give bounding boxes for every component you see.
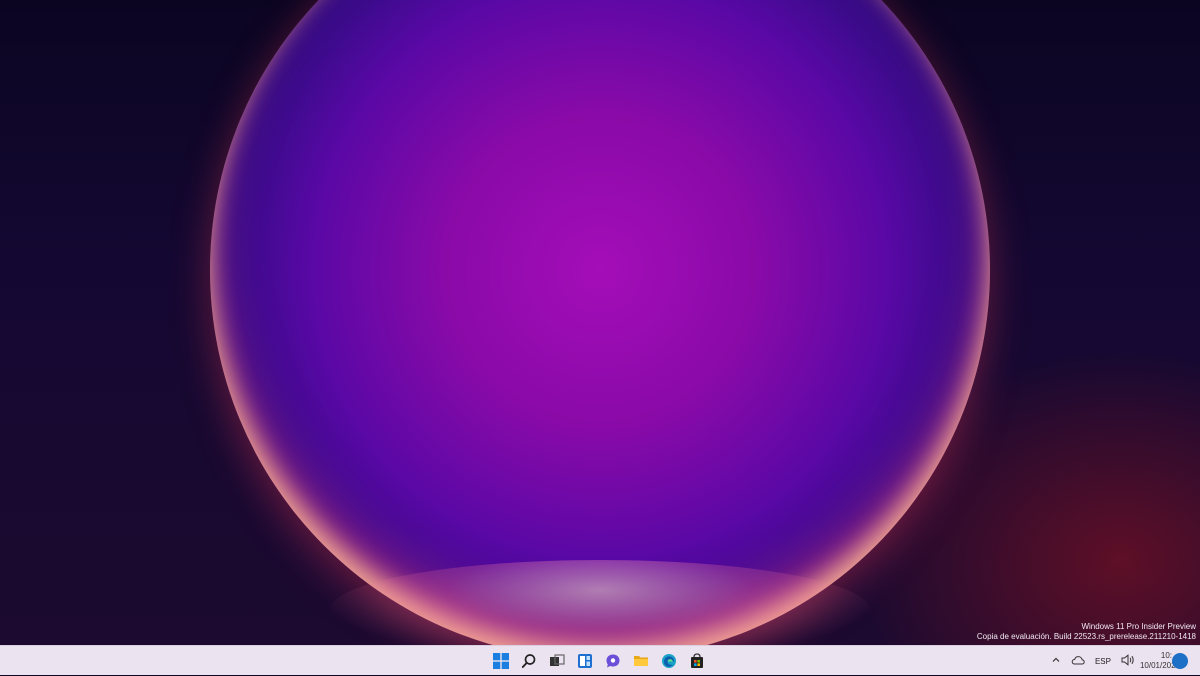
taskbar: ESP 10:… 10/01/2022	[0, 645, 1200, 675]
onedrive-button[interactable]	[1066, 648, 1090, 674]
store-icon	[689, 653, 705, 669]
input-language-button[interactable]: ESP	[1090, 648, 1116, 674]
widgets-button[interactable]	[574, 648, 596, 674]
widgets-icon	[577, 653, 593, 669]
folder-icon	[633, 653, 649, 669]
watermark-line-1: Windows 11 Pro Insider Preview	[1081, 622, 1196, 631]
volume-button[interactable]	[1116, 648, 1140, 674]
edge-button[interactable]	[658, 648, 680, 674]
clock-button[interactable]: 10:… 10/01/2022	[1140, 651, 1200, 671]
chat-button[interactable]	[602, 648, 624, 674]
search-button[interactable]	[518, 648, 540, 674]
system-tray: ESP 10:… 10/01/2022	[1046, 646, 1200, 676]
evaluation-watermark: Windows 11 Pro Insider Preview Copia de …	[977, 622, 1196, 642]
desktop-background: Windows 11 Pro Insider Preview Copia de …	[0, 0, 1200, 645]
watermark-line-2: Copia de evaluación. Build 22523.rs_prer…	[976, 632, 1196, 641]
search-icon	[521, 653, 537, 669]
wallpaper-orb-rim	[210, 0, 990, 645]
taskbar-pinned-apps	[490, 646, 708, 676]
notification-icon[interactable]	[1172, 653, 1188, 669]
file-explorer-button[interactable]	[630, 648, 652, 674]
speaker-icon	[1121, 654, 1135, 668]
start-button[interactable]	[490, 648, 512, 674]
task-view-button[interactable]	[546, 648, 568, 674]
chevron-up-icon	[1051, 655, 1061, 667]
windows-logo-icon	[493, 653, 509, 669]
cloud-icon	[1071, 655, 1085, 667]
edge-icon	[661, 653, 677, 669]
task-view-icon	[549, 653, 565, 669]
store-button[interactable]	[686, 648, 708, 674]
chat-icon	[605, 653, 621, 669]
show-hidden-icons-button[interactable]	[1046, 648, 1066, 674]
